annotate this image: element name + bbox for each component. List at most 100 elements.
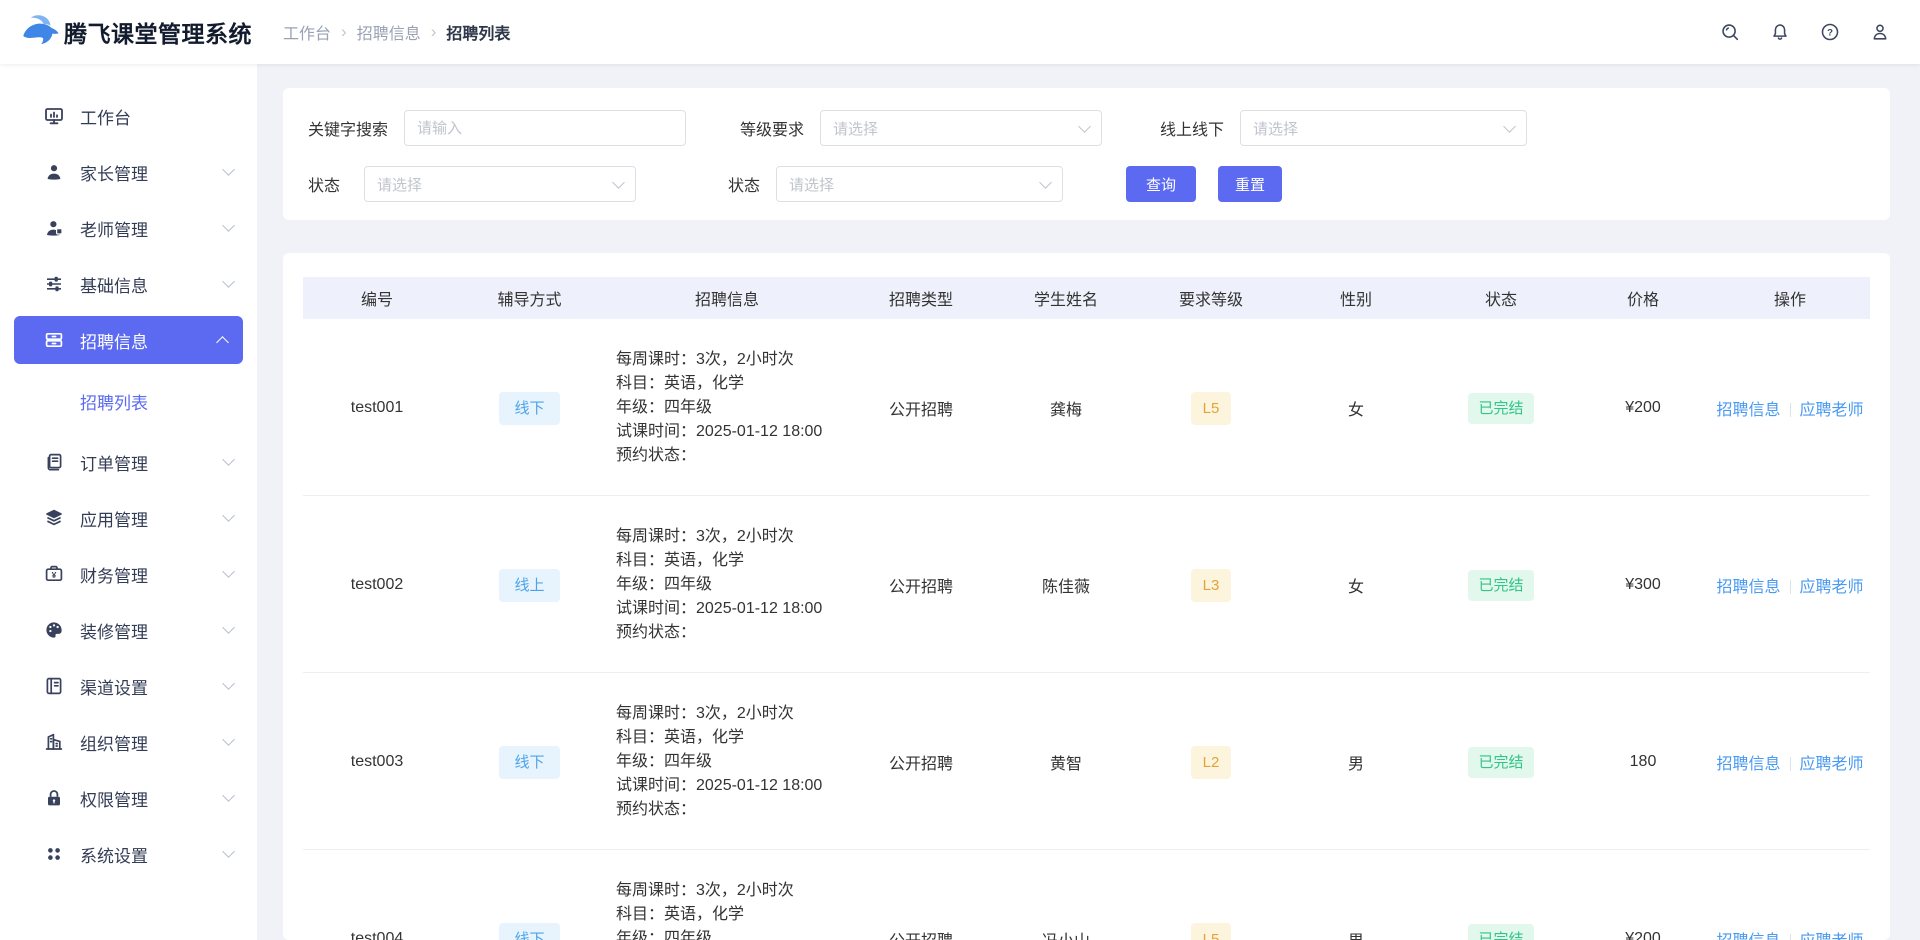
col-header-info: 招聘信息 [608,286,846,310]
sidebar-item-organization[interactable]: 组织管理 [0,714,257,770]
recruit-info-link[interactable]: 招聘信息 [1716,933,1780,940]
cell-type: 公开招聘 [846,750,996,774]
chevron-down-icon [222,453,235,466]
sidebar-item-channels[interactable]: 渠道设置 [0,658,257,714]
decoration-icon [44,620,64,640]
link-divider [1790,580,1791,594]
apply-teacher-link[interactable]: 应聘老师 [1800,756,1864,773]
sidebar-item-system[interactable]: 系统设置 [0,826,257,882]
svg-text:?: ? [1827,27,1833,38]
cell-student-name: 黄智 [996,750,1136,774]
chevron-down-icon [222,219,235,232]
recruit-info-link[interactable]: 招聘信息 [1716,756,1780,773]
organization-icon [44,732,64,752]
breadcrumb-item-workbench[interactable]: 工作台 [283,20,331,44]
sidebar-item-label: 权限管理 [80,786,224,811]
cell-recruit-info: 每周课时：3次，2小时次 科目：英语，化学 年级：四年级 试课时间：2025-0… [608,348,846,468]
bell-icon[interactable] [1768,20,1792,44]
cell-id: test003 [303,753,451,771]
recruitment-icon [44,330,64,350]
status-label: 状态 [308,172,348,196]
select-placeholder: 请选择 [377,174,422,195]
breadcrumb-item-recruit-info[interactable]: 招聘信息 [357,20,421,44]
online-offline-label: 线上线下 [1160,116,1224,140]
cell-student-name: 龚梅 [996,396,1136,420]
sidebar-item-teachers[interactable]: 老师管理 [0,200,257,256]
table-row: test002 线上 每周课时：3次，2小时次 科目：英语，化学 年级：四年级 … [303,496,1870,673]
cell-gender: 男 [1286,927,1426,940]
cell-gender: 女 [1286,573,1426,597]
level-label: 等级要求 [740,116,804,140]
apply-teacher-link[interactable]: 应聘老师 [1800,402,1864,419]
recruit-info-link[interactable]: 招聘信息 [1716,402,1780,419]
chevron-down-icon [222,677,235,690]
chevron-down-icon [222,789,235,802]
sidebar-subitem-recruit-list[interactable]: 招聘列表 [0,368,257,434]
status-select-2[interactable]: 请选择 [776,166,1063,202]
level-select[interactable]: 请选择 [820,110,1102,146]
online-offline-select[interactable]: 请选择 [1240,110,1527,146]
apply-teacher-link[interactable]: 应聘老师 [1800,933,1864,940]
breadcrumb-separator-icon: › [341,22,347,42]
system-settings-icon [44,844,64,864]
channel-icon [44,676,64,696]
sidebar-item-workbench[interactable]: 工作台 [0,88,257,144]
method-tag: 线下 [499,746,559,779]
workbench-icon [44,106,64,126]
cell-price: ¥200 [1576,930,1710,940]
chevron-down-icon [222,565,235,578]
chevron-down-icon [222,509,235,522]
top-header: 腾飞课堂管理系统 工作台 › 招聘信息 › 招聘列表 ? [0,0,1920,64]
col-header-type: 招聘类型 [846,286,996,310]
link-divider [1790,403,1791,417]
sidebar-item-label: 装修管理 [80,618,224,643]
help-icon[interactable]: ? [1818,20,1842,44]
app-title: 腾飞课堂管理系统 [64,15,252,49]
sidebar-item-permissions[interactable]: 权限管理 [0,770,257,826]
cell-type: 公开招聘 [846,927,996,940]
sidebar-item-label: 工作台 [80,104,233,129]
sidebar-item-finance[interactable]: ¥ 财务管理 [0,546,257,602]
recruitment-table: 编号 辅导方式 招聘信息 招聘类型 学生姓名 要求等级 性别 状态 价格 操作 … [283,253,1890,940]
table-row: test001 线下 每周课时：3次，2小时次 科目：英语，化学 年级：四年级 … [303,319,1870,496]
topbar-actions: ? [1718,20,1892,44]
finance-icon: ¥ [44,564,64,584]
status-tag: 已完结 [1468,747,1533,778]
chevron-down-icon [1078,120,1091,133]
level-tag: L5 [1191,392,1232,425]
col-header-status: 状态 [1426,286,1576,310]
level-tag: L3 [1191,569,1232,602]
link-divider [1790,757,1791,771]
order-icon [44,452,64,472]
svg-text:¥: ¥ [52,570,57,580]
keyword-input[interactable] [404,110,686,146]
recruit-info-link[interactable]: 招聘信息 [1716,579,1780,596]
apply-teacher-link[interactable]: 应聘老师 [1800,579,1864,596]
user-icon[interactable] [1868,20,1892,44]
sidebar-item-decoration[interactable]: 装修管理 [0,602,257,658]
cell-gender: 女 [1286,396,1426,420]
sidebar-item-recruitment[interactable]: 招聘信息 [14,316,243,364]
col-header-method: 辅导方式 [451,286,608,310]
cell-student-name: 冯小山 [996,927,1136,940]
sidebar-item-label: 渠道设置 [80,674,224,699]
method-tag: 线上 [499,569,559,602]
status-select-1[interactable]: 请选择 [364,166,636,202]
sidebar-item-applications[interactable]: 应用管理 [0,490,257,546]
cell-student-name: 陈佳薇 [996,573,1136,597]
permission-icon [44,788,64,808]
cell-price: ¥200 [1576,399,1710,417]
sidebar-item-label: 财务管理 [80,562,224,587]
search-button[interactable]: 查询 [1126,166,1196,202]
reset-button[interactable]: 重置 [1218,166,1282,202]
sidebar-item-parents[interactable]: 家长管理 [0,144,257,200]
sidebar-item-basic-info[interactable]: 基础信息 [0,256,257,312]
chevron-down-icon [612,176,625,189]
cell-recruit-info: 每周课时：3次，2小时次 科目：英语，化学 年级：四年级 试课时间：2025-0… [608,525,846,645]
search-icon[interactable] [1718,20,1742,44]
chevron-down-icon [222,845,235,858]
cell-type: 公开招聘 [846,396,996,420]
sidebar-item-orders[interactable]: 订单管理 [0,434,257,490]
parent-icon [44,162,64,182]
brand: 腾飞课堂管理系统 [18,12,257,52]
